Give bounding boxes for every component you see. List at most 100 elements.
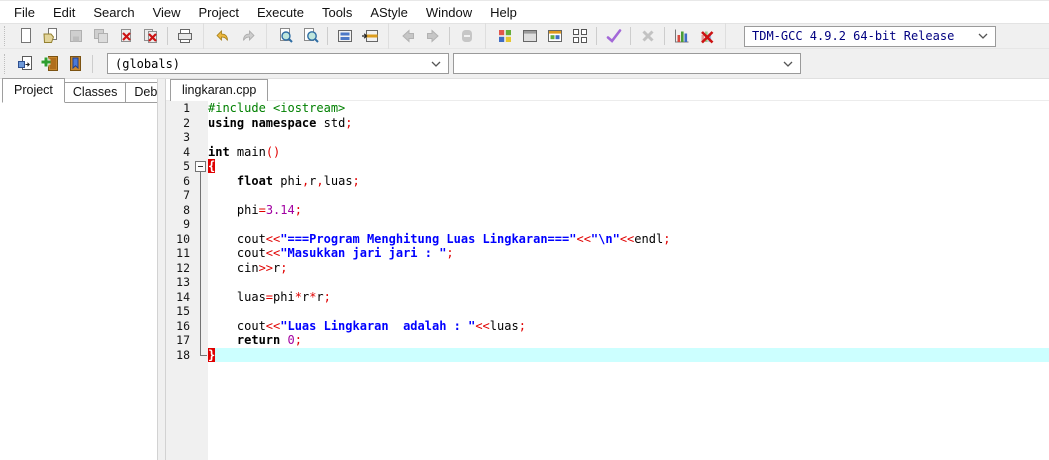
nav-forward-button[interactable] [420, 24, 445, 48]
gutter-cell[interactable]: 13 [166, 275, 208, 290]
panel-splitter[interactable] [157, 79, 166, 460]
editor-body[interactable]: 1 #include <iostream> 2 using namespace std… [166, 101, 1049, 460]
fold-margin [193, 231, 208, 247]
goto-function-button[interactable] [332, 24, 357, 48]
code-text[interactable]: int main() [208, 145, 1049, 160]
delete-profiling-data-button[interactable] [694, 24, 719, 48]
menu-item-project[interactable]: Project [190, 2, 248, 23]
code-text[interactable] [208, 217, 1049, 232]
rebuild-all-button[interactable] [567, 24, 592, 48]
gutter-cell[interactable]: 9 [166, 217, 208, 232]
nav-forward-icon [426, 29, 439, 43]
menu-item-execute[interactable]: Execute [248, 2, 313, 23]
code-text-current-line[interactable]: } [208, 347, 1049, 362]
code-text[interactable]: float phi,r,luas; [208, 174, 1049, 189]
gutter-cell[interactable]: 15 [166, 304, 208, 319]
code-line: 14 luas=phi*r*r; [166, 289, 1049, 305]
main-area: Project Classes Debug lingkaran.cpp 1 #in… [0, 78, 1049, 460]
menu-item-view[interactable]: View [144, 2, 190, 23]
gutter-cell[interactable]: 4 [166, 144, 208, 160]
code-text[interactable] [208, 188, 1049, 203]
menu-item-file[interactable]: File [5, 2, 44, 23]
code-text[interactable] [208, 130, 1049, 145]
gutter-cell[interactable]: 14 [166, 289, 208, 304]
gutter-cell[interactable]: 5 [166, 159, 208, 174]
code-text[interactable] [208, 275, 1049, 290]
save-all-button[interactable] [88, 24, 113, 48]
gutter-cell[interactable]: 7 [166, 188, 208, 203]
compile-button[interactable] [492, 24, 517, 48]
code-text[interactable]: return 0; [208, 333, 1049, 348]
new-unit-button[interactable] [13, 52, 38, 76]
gutter-cell[interactable]: 6 [166, 173, 208, 188]
editor-tab-lingkaran-cpp[interactable]: lingkaran.cpp [170, 79, 269, 101]
run-button[interactable] [517, 24, 542, 48]
menu-item-search[interactable]: Search [84, 2, 143, 23]
gutter-cell[interactable]: 18 [166, 347, 208, 362]
save-button[interactable] [63, 24, 88, 48]
close-file-button[interactable] [113, 24, 138, 48]
tab-classes[interactable]: Classes [63, 82, 127, 103]
gutter-cell[interactable]: 17 [166, 333, 208, 348]
gutter-cell[interactable]: 3 [166, 130, 208, 145]
menu-item-edit[interactable]: Edit [44, 2, 84, 23]
code-text[interactable]: phi=3.14; [208, 203, 1049, 218]
gutter-cell[interactable]: 11 [166, 246, 208, 261]
gutter-cell[interactable]: 16 [166, 318, 208, 333]
find-button[interactable] [273, 24, 298, 48]
fold-toggle-icon[interactable] [193, 159, 208, 174]
toolbar-grip[interactable] [4, 26, 9, 46]
pause-button[interactable] [454, 24, 479, 48]
code-text[interactable] [208, 304, 1049, 319]
remove-from-project-button[interactable] [63, 52, 88, 76]
gutter-cell[interactable]: 1 [166, 101, 208, 116]
line-number: 18 [176, 347, 190, 362]
code-text[interactable]: cin>>r; [208, 261, 1049, 276]
code-text[interactable]: luas=phi*r*r; [208, 290, 1049, 305]
fold-margin [193, 101, 208, 116]
fold-margin [193, 145, 208, 160]
undo-button[interactable] [210, 24, 235, 48]
gutter-cell[interactable]: 8 [166, 202, 208, 217]
gutter-cell[interactable]: 12 [166, 260, 208, 275]
code-text[interactable] [208, 362, 1049, 460]
open-file-button[interactable] [38, 24, 63, 48]
compiler-combobox[interactable]: TDM-GCC 4.9.2 64-bit Release [744, 25, 996, 47]
gutter-cell[interactable]: 10 [166, 231, 208, 247]
menu-item-tools[interactable]: Tools [313, 2, 361, 23]
gutter-cell[interactable]: 2 [166, 115, 208, 130]
compile-and-run-button[interactable] [542, 24, 567, 48]
nav-back-button[interactable] [395, 24, 420, 48]
close-all-button[interactable] [138, 24, 163, 48]
code-line: 15 [166, 304, 1049, 319]
replace-button[interactable] [298, 24, 323, 48]
profile-analysis-button[interactable] [669, 24, 694, 48]
add-to-project-button[interactable] [38, 52, 63, 76]
code-line: 1 #include <iostream> [166, 101, 1049, 116]
code-text[interactable]: { [208, 159, 1049, 174]
syntax-check-button[interactable] [601, 24, 626, 48]
members-combobox[interactable] [453, 53, 801, 74]
globals-combobox[interactable]: (globals) [107, 53, 449, 74]
toolbar-grip[interactable] [4, 53, 9, 74]
print-button[interactable] [172, 24, 197, 48]
goto-line-button[interactable] [357, 24, 382, 48]
redo-button[interactable] [235, 24, 260, 48]
toolbar-project: (globals) [0, 49, 1049, 79]
menu-item-window[interactable]: Window [417, 2, 481, 23]
code-text[interactable]: using namespace std; [208, 116, 1049, 131]
toolbar-separator [664, 27, 665, 45]
project-browser-panel[interactable] [0, 103, 157, 460]
menu-item-help[interactable]: Help [481, 2, 526, 23]
code-line: 7 [166, 188, 1049, 203]
tab-project[interactable]: Project [2, 78, 65, 103]
code-text[interactable]: cout<<"Luas Lingkaran adalah : "<<luas; [208, 319, 1049, 334]
abort-compilation-button[interactable] [635, 24, 660, 48]
menu-item-astyle[interactable]: AStyle [361, 2, 417, 23]
code-text[interactable]: cout<<"===Program Menghitung Luas Lingka… [208, 232, 1049, 247]
goto-line-icon [361, 30, 378, 42]
code-text[interactable]: #include <iostream> [208, 101, 1049, 116]
code-text[interactable]: cout<<"Masukkan jari jari : "; [208, 246, 1049, 261]
new-file-button[interactable] [13, 24, 38, 48]
save-icon [69, 30, 82, 42]
